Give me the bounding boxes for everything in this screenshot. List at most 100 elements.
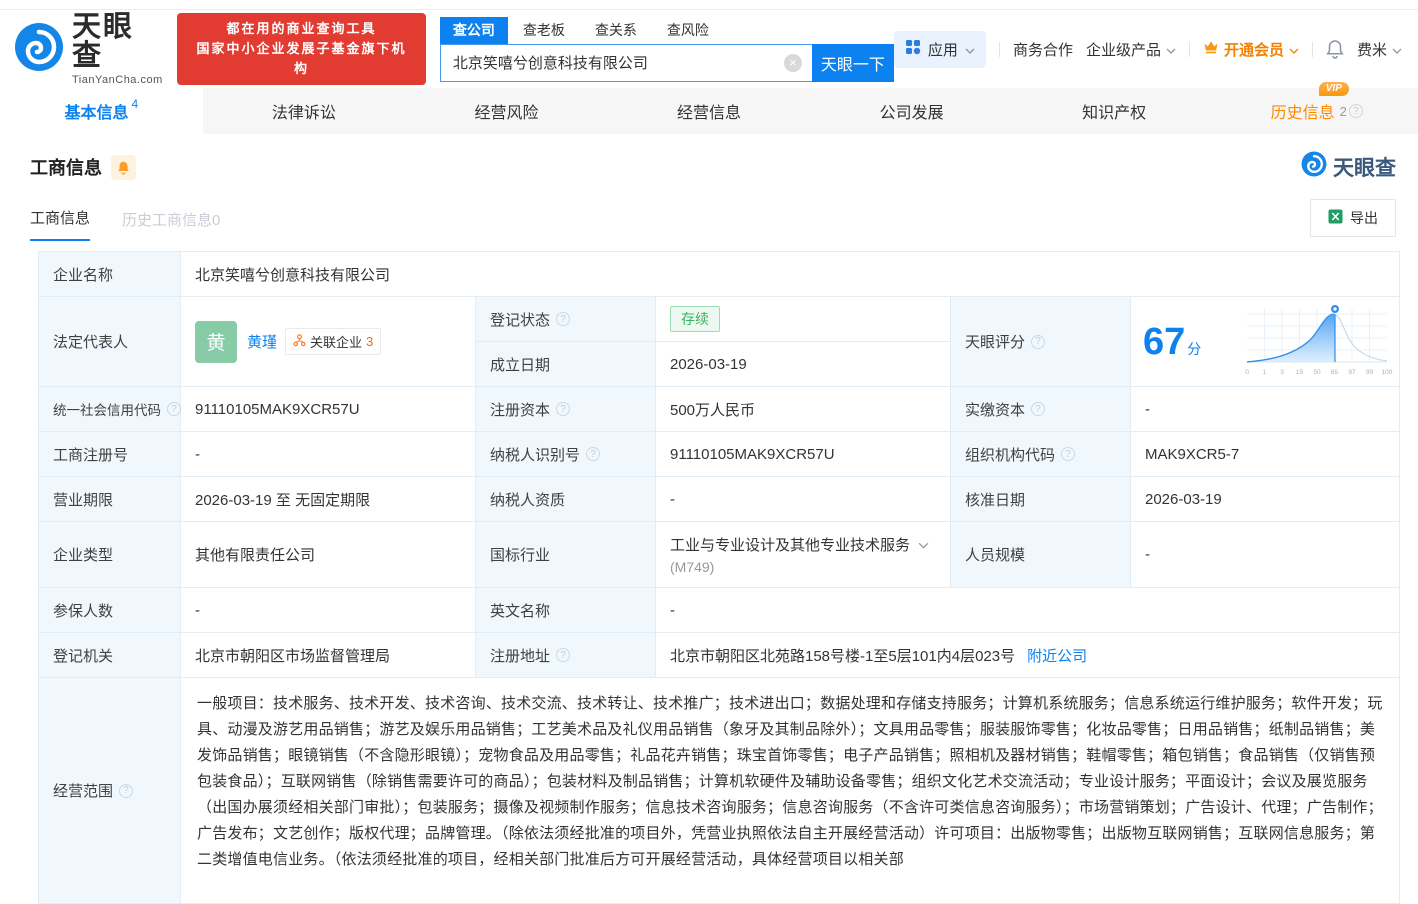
taxpayer-quality-label: 纳税人资质 <box>476 477 656 522</box>
company-name-value: 北京笑嘻兮创意科技有限公司 <box>181 252 1400 297</box>
row-business-scope: 经营范围 ? 一般项目：技术服务、技术开发、技术咨询、技术交流、技术转让、技术推… <box>39 678 1400 904</box>
nav-apps-label: 应用 <box>927 41 958 59</box>
tab-history-info[interactable]: VIP 历史信息 2 ? <box>1215 82 1418 134</box>
vip-badge: VIP <box>1318 82 1349 96</box>
tab-legal-label: 法律诉讼 <box>271 105 336 122</box>
brand-name: 天眼查 <box>72 10 135 72</box>
nav-apps[interactable]: 应用 <box>893 30 986 68</box>
reg-status-label: 登记状态 ? <box>476 297 656 342</box>
nav-user-label: 费米 <box>1356 41 1387 59</box>
credit-code-label: 统一社会信用代码 ? <box>39 387 181 432</box>
score-unit: 分 <box>1187 340 1202 357</box>
nav-vip[interactable]: 开通会员 <box>1203 39 1299 60</box>
search-input[interactable] <box>440 54 812 71</box>
search-tab-risk[interactable]: 查风险 <box>652 17 724 44</box>
search-tab-company[interactable]: 查公司 <box>439 16 508 44</box>
legal-rep-avatar[interactable]: 黄 <box>195 320 237 363</box>
excel-icon <box>1328 209 1343 227</box>
status-badge: 存续 <box>670 306 720 332</box>
chevron-down-icon <box>918 536 929 553</box>
svg-text:50: 50 <box>1313 369 1321 376</box>
help-icon[interactable]: ? <box>556 402 571 416</box>
reg-authority-label: 登记机关 <box>39 633 181 678</box>
tyc-logo[interactable]: 天眼查 TianYanCha.com <box>14 10 165 86</box>
tab-operation-info-label: 经营信息 <box>677 105 742 122</box>
nearby-companies-link[interactable]: 附近公司 <box>1027 645 1087 666</box>
help-icon[interactable]: ? <box>586 447 601 461</box>
score-number: 67 <box>1143 320 1186 363</box>
tyc-watermark-icon <box>1301 151 1327 183</box>
notification-bell-icon[interactable] <box>1326 39 1344 59</box>
tab-basic-info[interactable]: 基本信息 4 <box>0 88 203 134</box>
search-tab-relation[interactable]: 查关系 <box>580 17 652 44</box>
search-block: 查公司 查老板 查关系 查风险 × 天眼一下 <box>439 16 894 82</box>
reg-number-label: 工商注册号 <box>39 432 181 477</box>
tyc-logo-icon <box>14 22 64 77</box>
search-button[interactable]: 天眼一下 <box>811 43 894 82</box>
export-button-label: 导出 <box>1350 210 1378 226</box>
svg-text:85: 85 <box>1331 369 1339 376</box>
nav-divider <box>998 41 1000 57</box>
help-icon[interactable]: ? <box>556 312 571 326</box>
slogan-banner: 都在用的商业查询工具 国家中小企业发展子基金旗下机构 <box>176 12 426 86</box>
establish-date-value: 2026-03-19 <box>656 342 951 387</box>
business-term-label: 营业期限 <box>39 477 181 522</box>
slogan-line2: 国家中小企业发展子基金旗下机构 <box>196 40 407 77</box>
establish-date-label: 成立日期 <box>476 342 656 387</box>
related-companies-badge[interactable]: 关联企业 3 <box>285 328 382 355</box>
search-tab-boss[interactable]: 查老板 <box>508 17 580 44</box>
help-icon[interactable]: ? <box>1061 447 1076 461</box>
svg-text:99: 99 <box>1366 369 1374 376</box>
legal-rep-name-link[interactable]: 黄瑾 <box>247 331 277 352</box>
row-business-term: 营业期限 2026-03-19 至 无固定期限 纳税人资质 - 核准日期 202… <box>39 477 1400 522</box>
paid-capital-value: - <box>1131 387 1400 432</box>
help-icon[interactable]: ? <box>1031 402 1046 416</box>
business-term-value: 2026-03-19 至 无固定期限 <box>181 477 476 522</box>
help-icon[interactable]: ? <box>1348 104 1363 118</box>
tab-operation-info[interactable]: 经营信息 <box>608 88 811 134</box>
clear-icon[interactable]: × <box>783 53 802 72</box>
tab-operation-risk[interactable]: 经营风险 <box>405 88 608 134</box>
paid-capital-label: 实缴资本 ? <box>951 387 1131 432</box>
tab-legal[interactable]: 法律诉讼 <box>203 88 406 134</box>
nav-divider <box>1311 41 1313 57</box>
subtab-history-business-info[interactable]: 历史工商信息0 <box>122 209 220 241</box>
insured-count-label: 参保人数 <box>39 588 181 633</box>
insured-count-value: - <box>181 588 476 633</box>
company-type-value: 其他有限责任公司 <box>181 522 476 588</box>
tyc-watermark: 天眼查 <box>1301 151 1396 183</box>
chevron-down-icon <box>965 41 975 58</box>
help-icon[interactable]: ? <box>167 402 181 416</box>
help-icon[interactable]: ? <box>556 648 571 662</box>
org-chart-icon <box>293 333 306 350</box>
industry-expand[interactable]: 工业与专业设计及其他专业技术服务 <box>670 534 929 555</box>
industry-label: 国标行业 <box>476 522 656 588</box>
tab-company-development[interactable]: 公司发展 <box>810 88 1013 134</box>
industry-code: (M749) <box>670 559 715 575</box>
nav-enterprise[interactable]: 企业级产品 <box>1086 39 1176 60</box>
chevron-down-icon <box>1392 41 1402 58</box>
export-button[interactable]: 导出 <box>1310 199 1396 237</box>
monitor-bell-icon[interactable] <box>111 154 136 180</box>
svg-text:97: 97 <box>1348 369 1356 376</box>
credit-code-value: 91110105MAK9XCR57U <box>181 387 476 432</box>
site-header: 天眼查 TianYanCha.com 都在用的商业查询工具 国家中小企业发展子基… <box>0 10 1418 88</box>
nav-user[interactable]: 费米 <box>1357 39 1402 60</box>
svg-text:15: 15 <box>1296 369 1304 376</box>
tab-intellectual-property-label: 知识产权 <box>1082 105 1147 122</box>
nav-cooperation[interactable]: 商务合作 <box>1013 39 1073 60</box>
help-icon[interactable]: ? <box>119 783 134 798</box>
top-nav: 应用 商务合作 企业级产品 开通会员 费米 <box>893 30 1402 68</box>
company-type-label: 企业类型 <box>39 522 181 588</box>
tab-basic-info-label: 基本信息 <box>64 105 129 122</box>
apps-icon <box>905 39 921 59</box>
svg-text:1: 1 <box>1263 369 1267 376</box>
business-scope-label: 经营范围 ? <box>39 678 181 904</box>
approved-date-label: 核准日期 <box>951 477 1131 522</box>
tyc-score-value: 67 分 0 1 3 15 50 85 97 99 100 <box>1131 297 1400 387</box>
reg-capital-value: 500万人民币 <box>656 387 951 432</box>
subtab-business-info[interactable]: 工商信息 <box>30 207 91 241</box>
tyc-score-label: 天眼评分 ? <box>951 297 1131 387</box>
tab-intellectual-property[interactable]: 知识产权 <box>1013 88 1216 134</box>
help-icon[interactable]: ? <box>1031 334 1046 349</box>
